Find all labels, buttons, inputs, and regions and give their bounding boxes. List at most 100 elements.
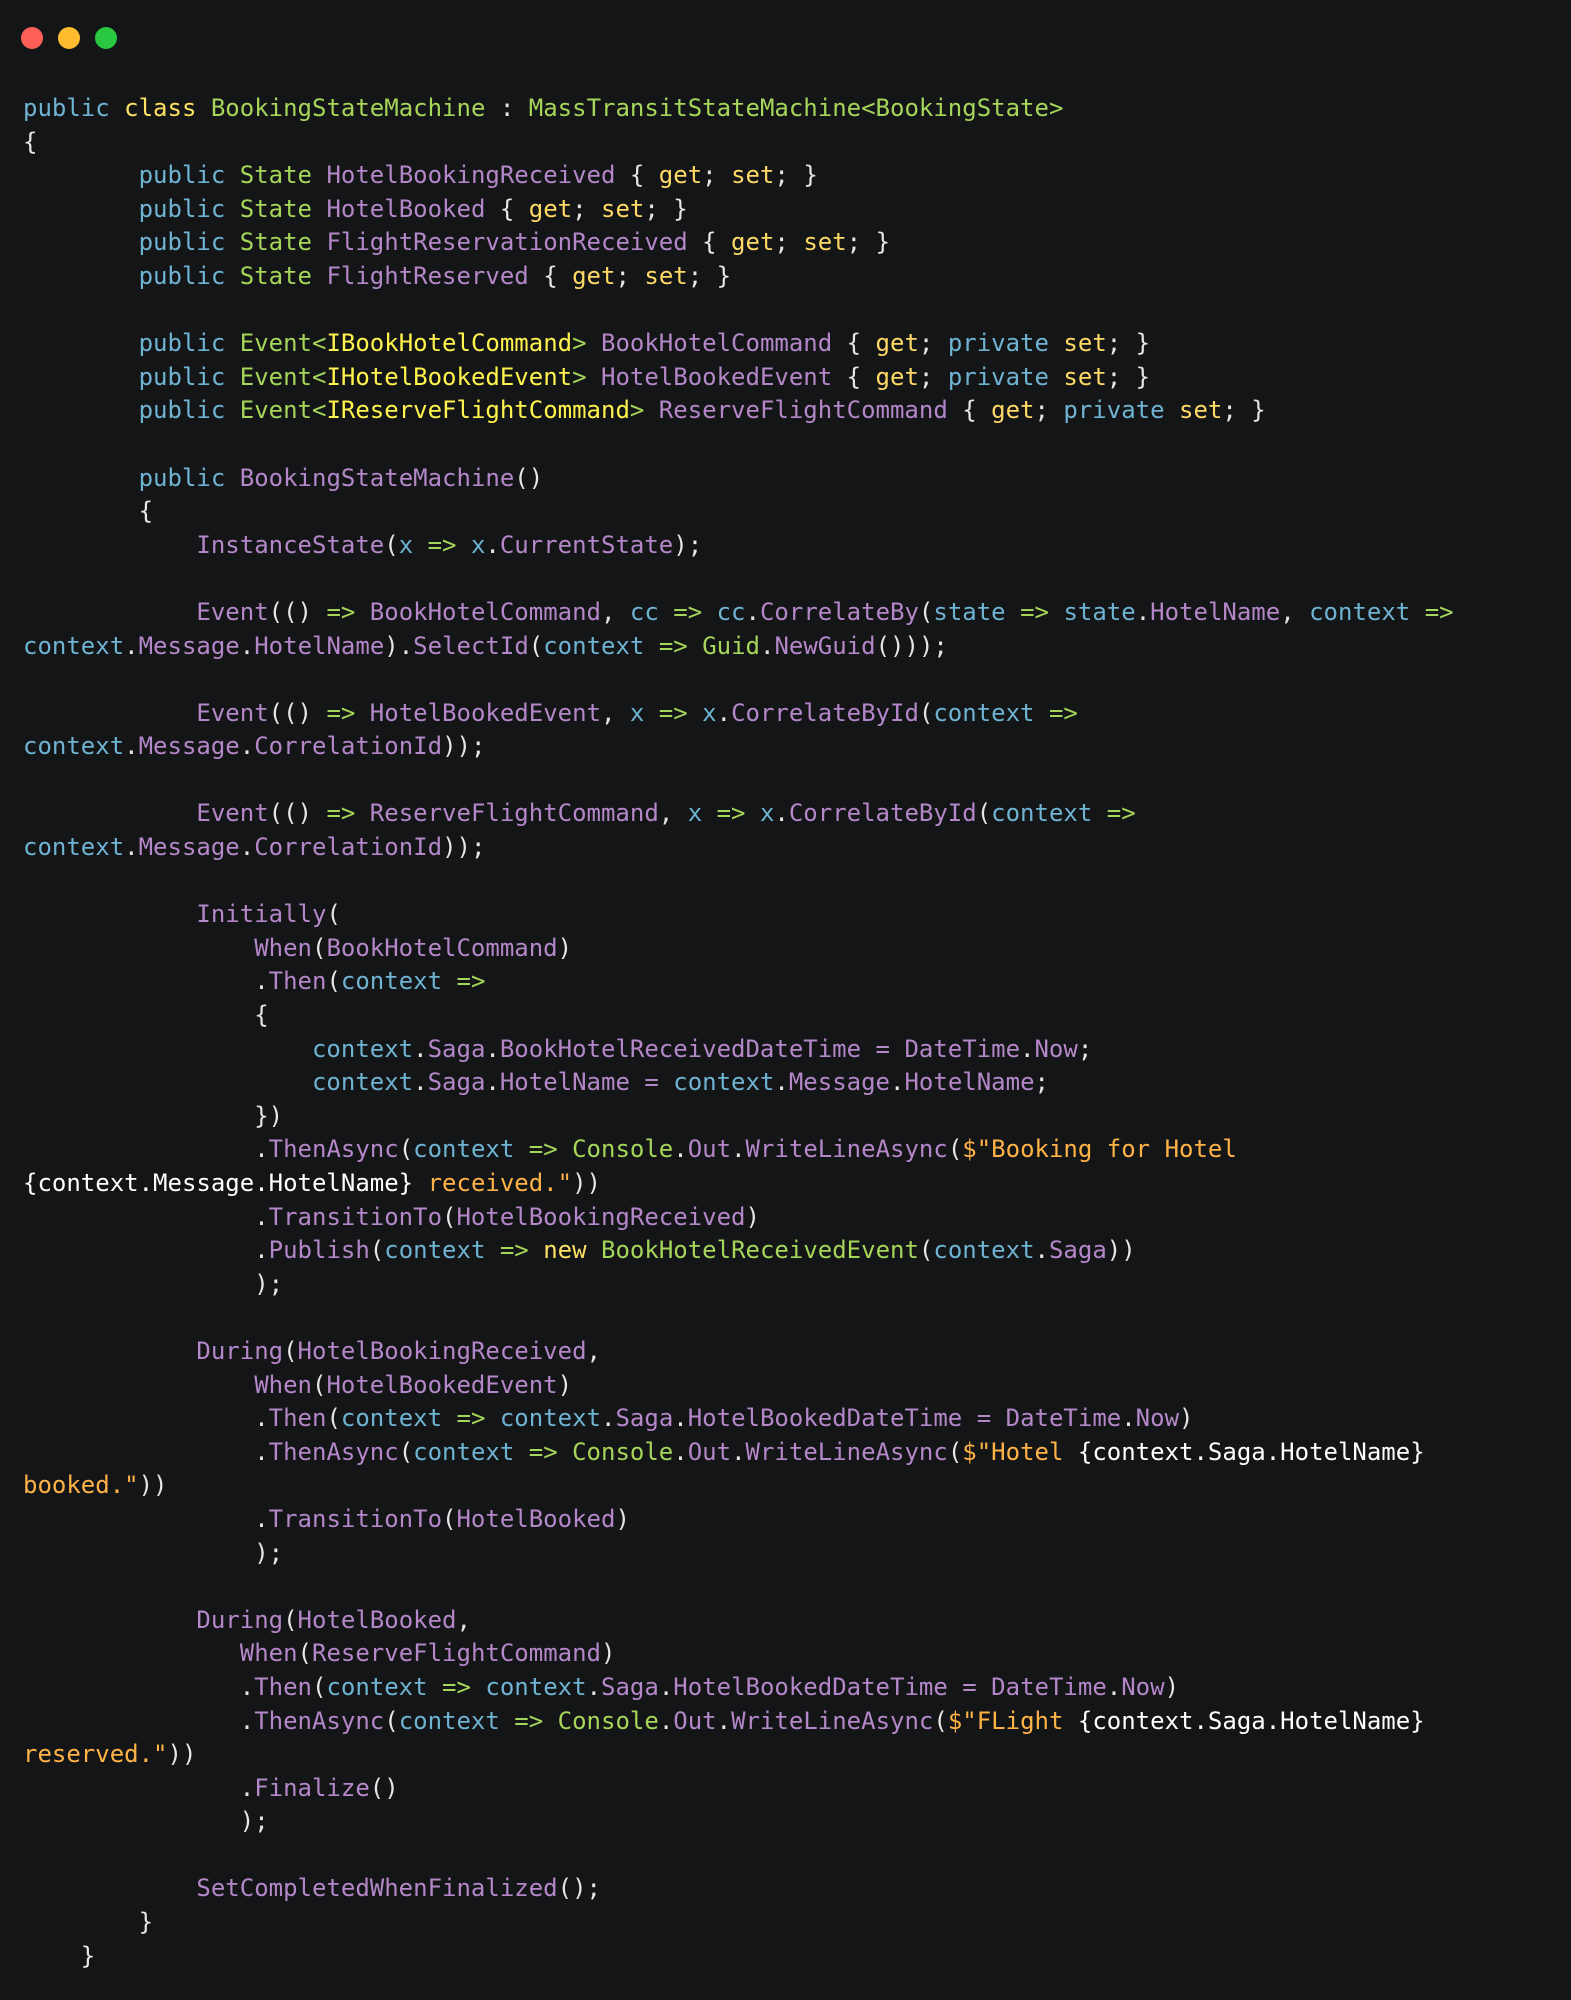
code-token: get	[572, 261, 616, 290]
code-token: HotelBookingReceived	[297, 1336, 587, 1365]
code-token: >	[629, 396, 645, 425]
close-window-button[interactable]	[21, 27, 43, 49]
code-token: ; }	[846, 228, 891, 257]
code-token: WriteLineAsync	[745, 1437, 948, 1466]
code-token: );	[23, 1807, 269, 1836]
code-token: public	[138, 194, 226, 223]
code-token: Saga	[601, 1672, 659, 1701]
code-token: context	[413, 1437, 515, 1466]
code-token: Out	[673, 1706, 717, 1735]
code-line: public Event<IHotelBookedEvent> HotelBoo…	[23, 361, 1563, 395]
code-line: public Event<IReserveFlightCommand> Rese…	[23, 394, 1563, 428]
code-token: =>	[1020, 597, 1049, 626]
code-token: ,	[658, 799, 688, 828]
code-token: ; }	[1222, 396, 1266, 425]
code-token: {	[23, 497, 154, 526]
code-token: context	[23, 833, 125, 862]
code-token: x	[470, 530, 486, 559]
code-token: public	[138, 261, 226, 290]
code-token: DateTime	[991, 1672, 1107, 1701]
code-token: IReserveFlightCommand	[326, 396, 630, 425]
code-token: IHotelBookedEvent	[326, 362, 573, 391]
code-token: Saga	[427, 1068, 486, 1097]
code-token: set	[1063, 362, 1107, 391]
code-token: BookHotelCommand	[326, 933, 558, 962]
code-line: InstanceState(x => x.CurrentState);	[23, 529, 1563, 563]
code-line: .Then(context => context.Saga.HotelBooke…	[23, 1402, 1563, 1436]
code-token: class	[124, 94, 197, 122]
code-token: Message	[138, 833, 240, 862]
code-token: FlightReserved	[326, 261, 529, 290]
code-token: context	[933, 698, 1035, 727]
code-token: (()	[268, 597, 327, 626]
code-token: (	[528, 631, 544, 660]
code-token: state	[933, 597, 1006, 626]
code-token: .	[23, 1672, 255, 1701]
code-token: public	[138, 463, 226, 492]
code-token: (	[398, 1437, 414, 1466]
code-token: State	[239, 161, 312, 190]
code-token: set	[1179, 396, 1223, 425]
code-token: HotelName	[254, 631, 385, 660]
code-token: BookingStateMachine	[210, 94, 486, 122]
code-token: State	[239, 261, 312, 290]
code-editor[interactable]: public class BookingStateMachine : MassT…	[23, 92, 1563, 1973]
code-token: ))	[1106, 1236, 1136, 1265]
code-token: get	[658, 161, 703, 190]
code-token: set	[601, 194, 645, 223]
code-token: (	[326, 900, 341, 929]
code-token: .	[774, 799, 789, 828]
code-token: );	[23, 1269, 284, 1298]
code-line: During(HotelBookingReceived,	[23, 1335, 1563, 1369]
code-token: public	[138, 329, 226, 358]
code-token: .	[774, 1068, 789, 1097]
code-token: Publish	[268, 1236, 370, 1265]
code-token: reserved."	[23, 1740, 168, 1769]
code-token: .	[731, 1437, 746, 1466]
zoom-window-button[interactable]	[95, 27, 117, 49]
code-line: When(BookHotelCommand)	[23, 932, 1563, 966]
code-token: .	[586, 1672, 602, 1701]
code-token: )	[745, 1202, 760, 1231]
code-token: {	[528, 261, 573, 290]
code-token: ; }	[774, 161, 818, 190]
minimize-window-button[interactable]	[58, 27, 80, 49]
code-line: When(HotelBookedEvent)	[23, 1369, 1563, 1403]
code-token: ;	[918, 329, 948, 358]
code-token: .	[23, 1773, 255, 1802]
code-token: >	[572, 329, 587, 358]
code-token: CorrelateById	[788, 799, 977, 828]
code-line: public State HotelBookingReceived { get;…	[23, 159, 1563, 193]
code-token: CorrelationId	[254, 833, 443, 862]
code-token: ReserveFlightCommand	[658, 396, 948, 425]
code-line: }	[23, 1940, 1563, 1974]
code-token: context	[991, 799, 1093, 828]
code-token: x	[687, 799, 703, 828]
code-token: )	[1179, 1404, 1194, 1433]
code-token: .	[716, 1706, 732, 1735]
code-token: ,	[600, 597, 630, 626]
code-token: (	[442, 1504, 457, 1533]
code-line: .Then(context =>	[23, 965, 1563, 999]
code-line: context.Message.CorrelationId));	[23, 730, 1563, 764]
code-token: context	[933, 1236, 1035, 1265]
